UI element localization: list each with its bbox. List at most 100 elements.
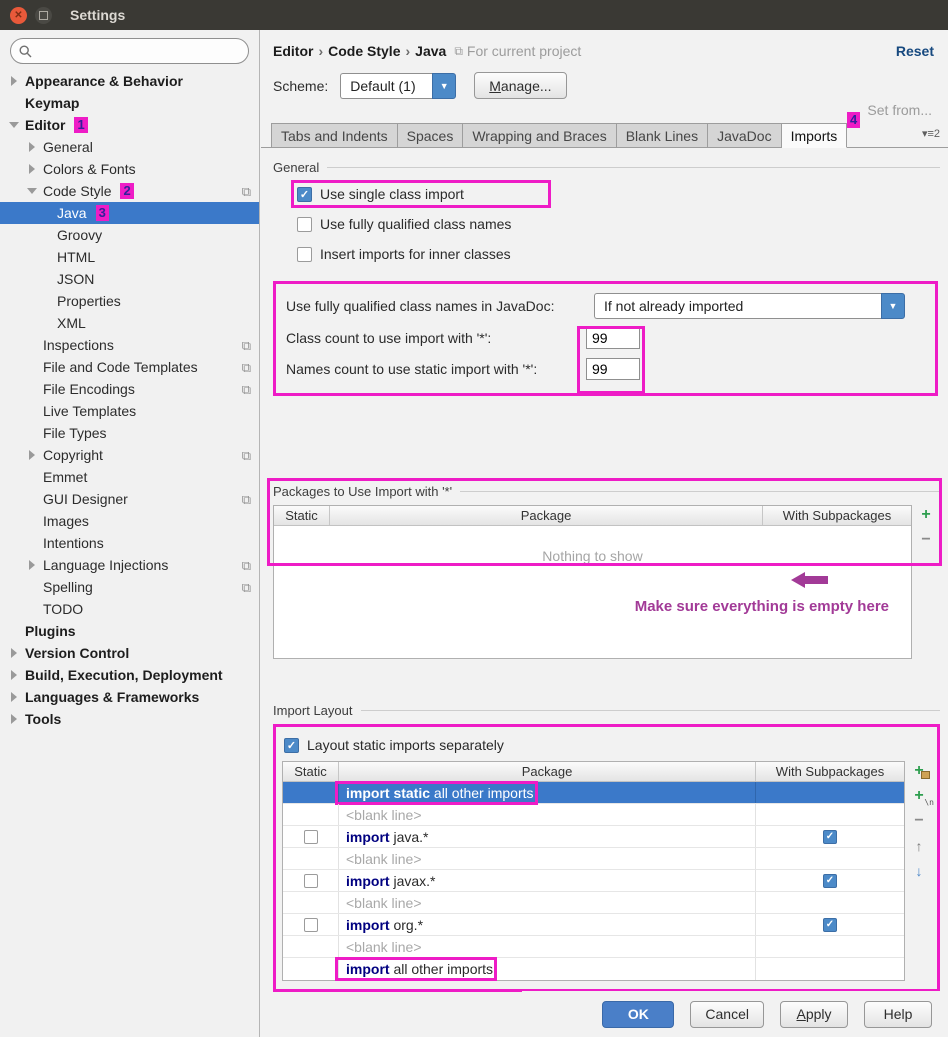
sidebar-item-xml[interactable]: XML [0, 312, 259, 334]
search-input[interactable] [38, 44, 240, 59]
remove-icon[interactable]: − [910, 813, 928, 829]
import-layout-row[interactable]: import static all other imports [283, 782, 904, 804]
ok-button[interactable]: OK [602, 1001, 674, 1028]
chevron-right-icon[interactable] [26, 449, 43, 461]
chevron-right-icon[interactable] [26, 559, 43, 571]
use-single-class-import-checkbox[interactable] [297, 187, 312, 202]
column-static[interactable]: Static [274, 506, 330, 525]
remove-icon[interactable]: − [917, 532, 935, 548]
static-checkbox[interactable] [304, 830, 318, 844]
class-count-input[interactable] [586, 327, 640, 349]
sidebar-item-gui-designer[interactable]: GUI Designer⧉ [0, 488, 259, 510]
sidebar-item-intentions[interactable]: Intentions [0, 532, 259, 554]
chevron-down-icon[interactable]: ▼ [881, 293, 905, 319]
breadcrumb-java[interactable]: Java [415, 43, 446, 59]
chevron-down-icon[interactable] [8, 119, 25, 131]
tab-blank-lines[interactable]: Blank Lines [617, 123, 708, 148]
names-count-input[interactable] [586, 358, 640, 380]
sidebar-item-emmet[interactable]: Emmet [0, 466, 259, 488]
sidebar-item-colors-fonts[interactable]: Colors & Fonts [0, 158, 259, 180]
sidebar-item-json[interactable]: JSON [0, 268, 259, 290]
import-layout-row[interactable]: import javax.* [283, 870, 904, 892]
with-subpackages-checkbox[interactable] [823, 830, 837, 844]
blank-line-row[interactable]: <blank line> [283, 892, 904, 914]
blank-line-row[interactable]: <blank line> [283, 804, 904, 826]
help-button[interactable]: Help [864, 1001, 932, 1028]
scheme-select[interactable]: Default (1) ▼ [340, 73, 456, 99]
with-subpackages-checkbox[interactable] [823, 874, 837, 888]
column-package[interactable]: Package [339, 762, 756, 781]
sidebar-item-plugins[interactable]: Plugins [0, 620, 259, 642]
breadcrumb-code-style[interactable]: Code Style [328, 43, 400, 59]
import-layout-row[interactable]: import java.* [283, 826, 904, 848]
sidebar-item-tools[interactable]: Tools [0, 708, 259, 730]
sidebar-item-live-templates[interactable]: Live Templates [0, 400, 259, 422]
reset-link[interactable]: Reset [896, 43, 934, 59]
sidebar-item-groovy[interactable]: Groovy [0, 224, 259, 246]
with-subpackages-checkbox[interactable] [823, 918, 837, 932]
move-down-icon[interactable]: ↓ [910, 863, 928, 879]
chevron-right-icon[interactable] [8, 647, 25, 659]
sidebar-item-properties[interactable]: Properties [0, 290, 259, 312]
sidebar-item-file-encodings[interactable]: File Encodings⧉ [0, 378, 259, 400]
sidebar-item-editor[interactable]: Editor1 [0, 114, 259, 136]
apply-button[interactable]: Apply [780, 1001, 848, 1028]
sidebar-item-general[interactable]: General [0, 136, 259, 158]
import-layout-row[interactable]: import org.* [283, 914, 904, 936]
column-package[interactable]: Package [330, 506, 763, 525]
restore-icon[interactable] [35, 7, 52, 24]
import-layout-row[interactable]: import all other imports [283, 958, 904, 980]
tab-javadoc[interactable]: JavaDoc [708, 123, 781, 148]
search-box[interactable] [10, 38, 249, 64]
chevron-down-icon[interactable]: ▼ [432, 73, 456, 99]
sidebar-item-version-control[interactable]: Version Control [0, 642, 259, 664]
sidebar-item-todo[interactable]: TODO [0, 598, 259, 620]
sidebar-item-java[interactable]: Java3 [0, 202, 259, 224]
breadcrumb-editor[interactable]: Editor [273, 43, 313, 59]
hidden-tabs-icon[interactable]: ▾≡2 [922, 127, 940, 140]
insert-imports-inner-checkbox[interactable] [297, 247, 312, 262]
sidebar-item-inspections[interactable]: Inspections⧉ [0, 334, 259, 356]
tab-wrapping-and-braces[interactable]: Wrapping and Braces [463, 123, 616, 148]
column-with-subpackages[interactable]: With Subpackages [763, 506, 911, 525]
blank-line-row[interactable]: <blank line> [283, 936, 904, 958]
sidebar-item-spelling[interactable]: Spelling⧉ [0, 576, 259, 598]
add-package-icon[interactable]: + [910, 763, 928, 779]
sidebar-item-file-and-code-templates[interactable]: File and Code Templates⧉ [0, 356, 259, 378]
chevron-right-icon[interactable] [26, 163, 43, 175]
chevron-right-icon[interactable] [26, 141, 43, 153]
sidebar-item-language-injections[interactable]: Language Injections⧉ [0, 554, 259, 576]
chevron-right-icon[interactable] [8, 75, 25, 87]
sidebar-item-build-execution-deployment[interactable]: Build, Execution, Deployment [0, 664, 259, 686]
set-from-link[interactable]: Set from... [261, 102, 948, 118]
move-up-icon[interactable]: ↑ [910, 838, 928, 854]
sidebar-item-languages-frameworks[interactable]: Languages & Frameworks [0, 686, 259, 708]
manage-button[interactable]: Manage... [474, 72, 566, 99]
cancel-button[interactable]: Cancel [690, 1001, 764, 1028]
tab-spaces[interactable]: Spaces [398, 123, 464, 148]
static-checkbox[interactable] [304, 874, 318, 888]
sidebar-item-images[interactable]: Images [0, 510, 259, 532]
sidebar-item-html[interactable]: HTML [0, 246, 259, 268]
sidebar-item-copyright[interactable]: Copyright⧉ [0, 444, 259, 466]
sidebar-item-appearance-behavior[interactable]: Appearance & Behavior [0, 70, 259, 92]
add-icon[interactable]: + [917, 507, 935, 523]
chevron-right-icon[interactable] [8, 691, 25, 703]
blank-line-row[interactable]: <blank line> [283, 848, 904, 870]
tab-imports[interactable]: Imports4 [782, 123, 848, 148]
sidebar-item-file-types[interactable]: File Types [0, 422, 259, 444]
chevron-down-icon[interactable] [26, 185, 43, 197]
javadoc-select[interactable]: If not already imported ▼ [594, 293, 905, 319]
column-with-subpackages[interactable]: With Subpackages [756, 762, 904, 781]
chevron-right-icon[interactable] [8, 669, 25, 681]
chevron-right-icon[interactable] [8, 713, 25, 725]
add-blank-line-icon[interactable]: + [910, 788, 928, 804]
layout-static-separately-checkbox[interactable] [284, 738, 299, 753]
sidebar-item-code-style[interactable]: Code Style2⧉ [0, 180, 259, 202]
use-fully-qualified-checkbox[interactable] [297, 217, 312, 232]
column-static[interactable]: Static [283, 762, 339, 781]
tab-tabs-and-indents[interactable]: Tabs and Indents [271, 123, 398, 148]
close-icon[interactable]: ✕ [10, 7, 27, 24]
static-checkbox[interactable] [304, 918, 318, 932]
sidebar-item-keymap[interactable]: Keymap [0, 92, 259, 114]
